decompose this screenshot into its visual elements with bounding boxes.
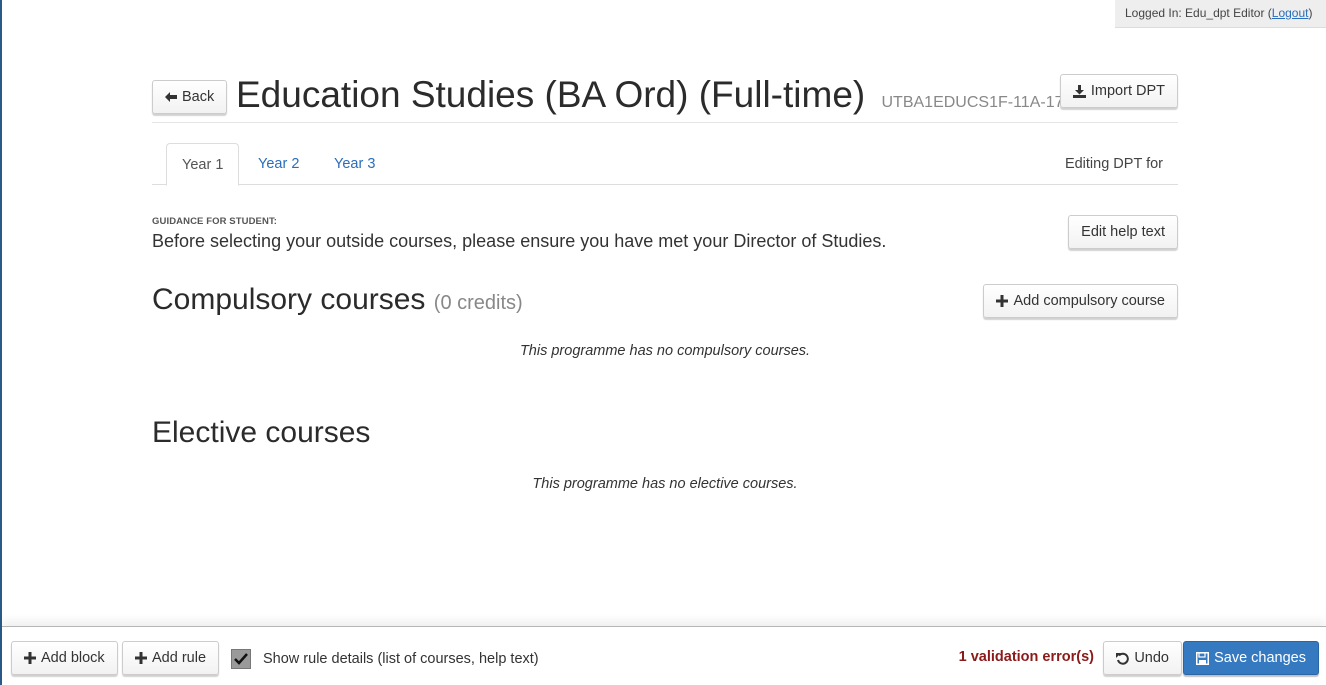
add-rule-label: Add rule: [152, 650, 207, 666]
elective-title: Elective courses: [152, 416, 371, 449]
window-left-edge: [0, 0, 2, 685]
show-rule-details-label: Show rule details (list of courses, help…: [263, 651, 539, 667]
add-compulsory-course-button[interactable]: Add compulsory course: [983, 284, 1178, 318]
undo-icon: [1116, 652, 1130, 665]
editing-dpt-for-label: Editing DPT for: [1064, 156, 1163, 172]
floppy-disk-icon: [1196, 651, 1210, 665]
tab-year-1[interactable]: Year 1: [166, 143, 240, 186]
compulsory-credits: (0 credits): [433, 292, 523, 314]
elective-empty-message: This programme has no elective courses.: [532, 476, 798, 492]
save-changes-label: Save changes: [1214, 650, 1306, 666]
add-rule-button[interactable]: Add rule: [122, 641, 220, 675]
save-changes-button[interactable]: Save changes: [1183, 641, 1319, 675]
compulsory-empty-message: This programme has no compulsory courses…: [519, 343, 811, 359]
import-dpt-label: Import DPT: [1090, 83, 1165, 99]
plus-icon: [24, 652, 36, 664]
guidance-text: Before selecting your outside courses, p…: [152, 231, 887, 251]
undo-button[interactable]: Undo: [1103, 641, 1182, 675]
tab-year-2[interactable]: Year 2: [243, 143, 314, 185]
import-dpt-button[interactable]: Import DPT: [1059, 74, 1178, 108]
back-button[interactable]: Back: [152, 80, 228, 114]
download-icon: [1072, 84, 1086, 98]
add-block-button[interactable]: Add block: [11, 641, 118, 675]
add-block-label: Add block: [41, 650, 105, 666]
show-rule-details-checkbox[interactable]: [231, 649, 251, 669]
plus-icon: [135, 652, 147, 664]
page-header: Back Education Studies (BA Ord) (Full-ti…: [152, 72, 1178, 123]
year-tabs: Year 1 Year 2 Year 3 Editing DPT for: [152, 143, 1178, 186]
logout-link[interactable]: Logout: [1272, 6, 1309, 20]
logged-in-text: Logged In: Edu_dpt Editor (: [1125, 6, 1272, 20]
programme-title: Education Studies (BA Ord) (Full-time): [236, 74, 866, 115]
add-compulsory-course-label: Add compulsory course: [1013, 293, 1165, 309]
checkmark-icon: [234, 653, 248, 665]
compulsory-courses-heading: Compulsory courses (0 credits): [152, 283, 523, 317]
page-title: Education Studies (BA Ord) (Full-time) U…: [236, 72, 1063, 126]
logged-in-suffix: ): [1308, 6, 1313, 20]
compulsory-title: Compulsory courses: [152, 283, 426, 316]
tab-year-3[interactable]: Year 3: [319, 143, 390, 185]
back-label: Back: [182, 89, 215, 105]
edit-help-text-button[interactable]: Edit help text: [1068, 215, 1178, 249]
programme-code: UTBA1EDUCS1F-11A-17: [881, 94, 1064, 111]
footer-toolbar: Add block Add rule Show rule details (li…: [2, 626, 1326, 685]
guidance-label: GUIDANCE FOR STUDENT:: [152, 216, 278, 227]
edit-help-text-label: Edit help text: [1081, 224, 1165, 240]
login-status: Logged In: Edu_dpt Editor (Logout): [1115, 0, 1326, 28]
arrow-left-icon: [165, 91, 177, 103]
undo-label: Undo: [1134, 650, 1169, 666]
plus-icon: [996, 295, 1009, 307]
show-rule-details-toggle[interactable]: Show rule details (list of courses, help…: [231, 647, 539, 671]
validation-error-count[interactable]: 1 validation error(s): [959, 649, 1094, 665]
elective-courses-heading: Elective courses: [152, 416, 370, 450]
